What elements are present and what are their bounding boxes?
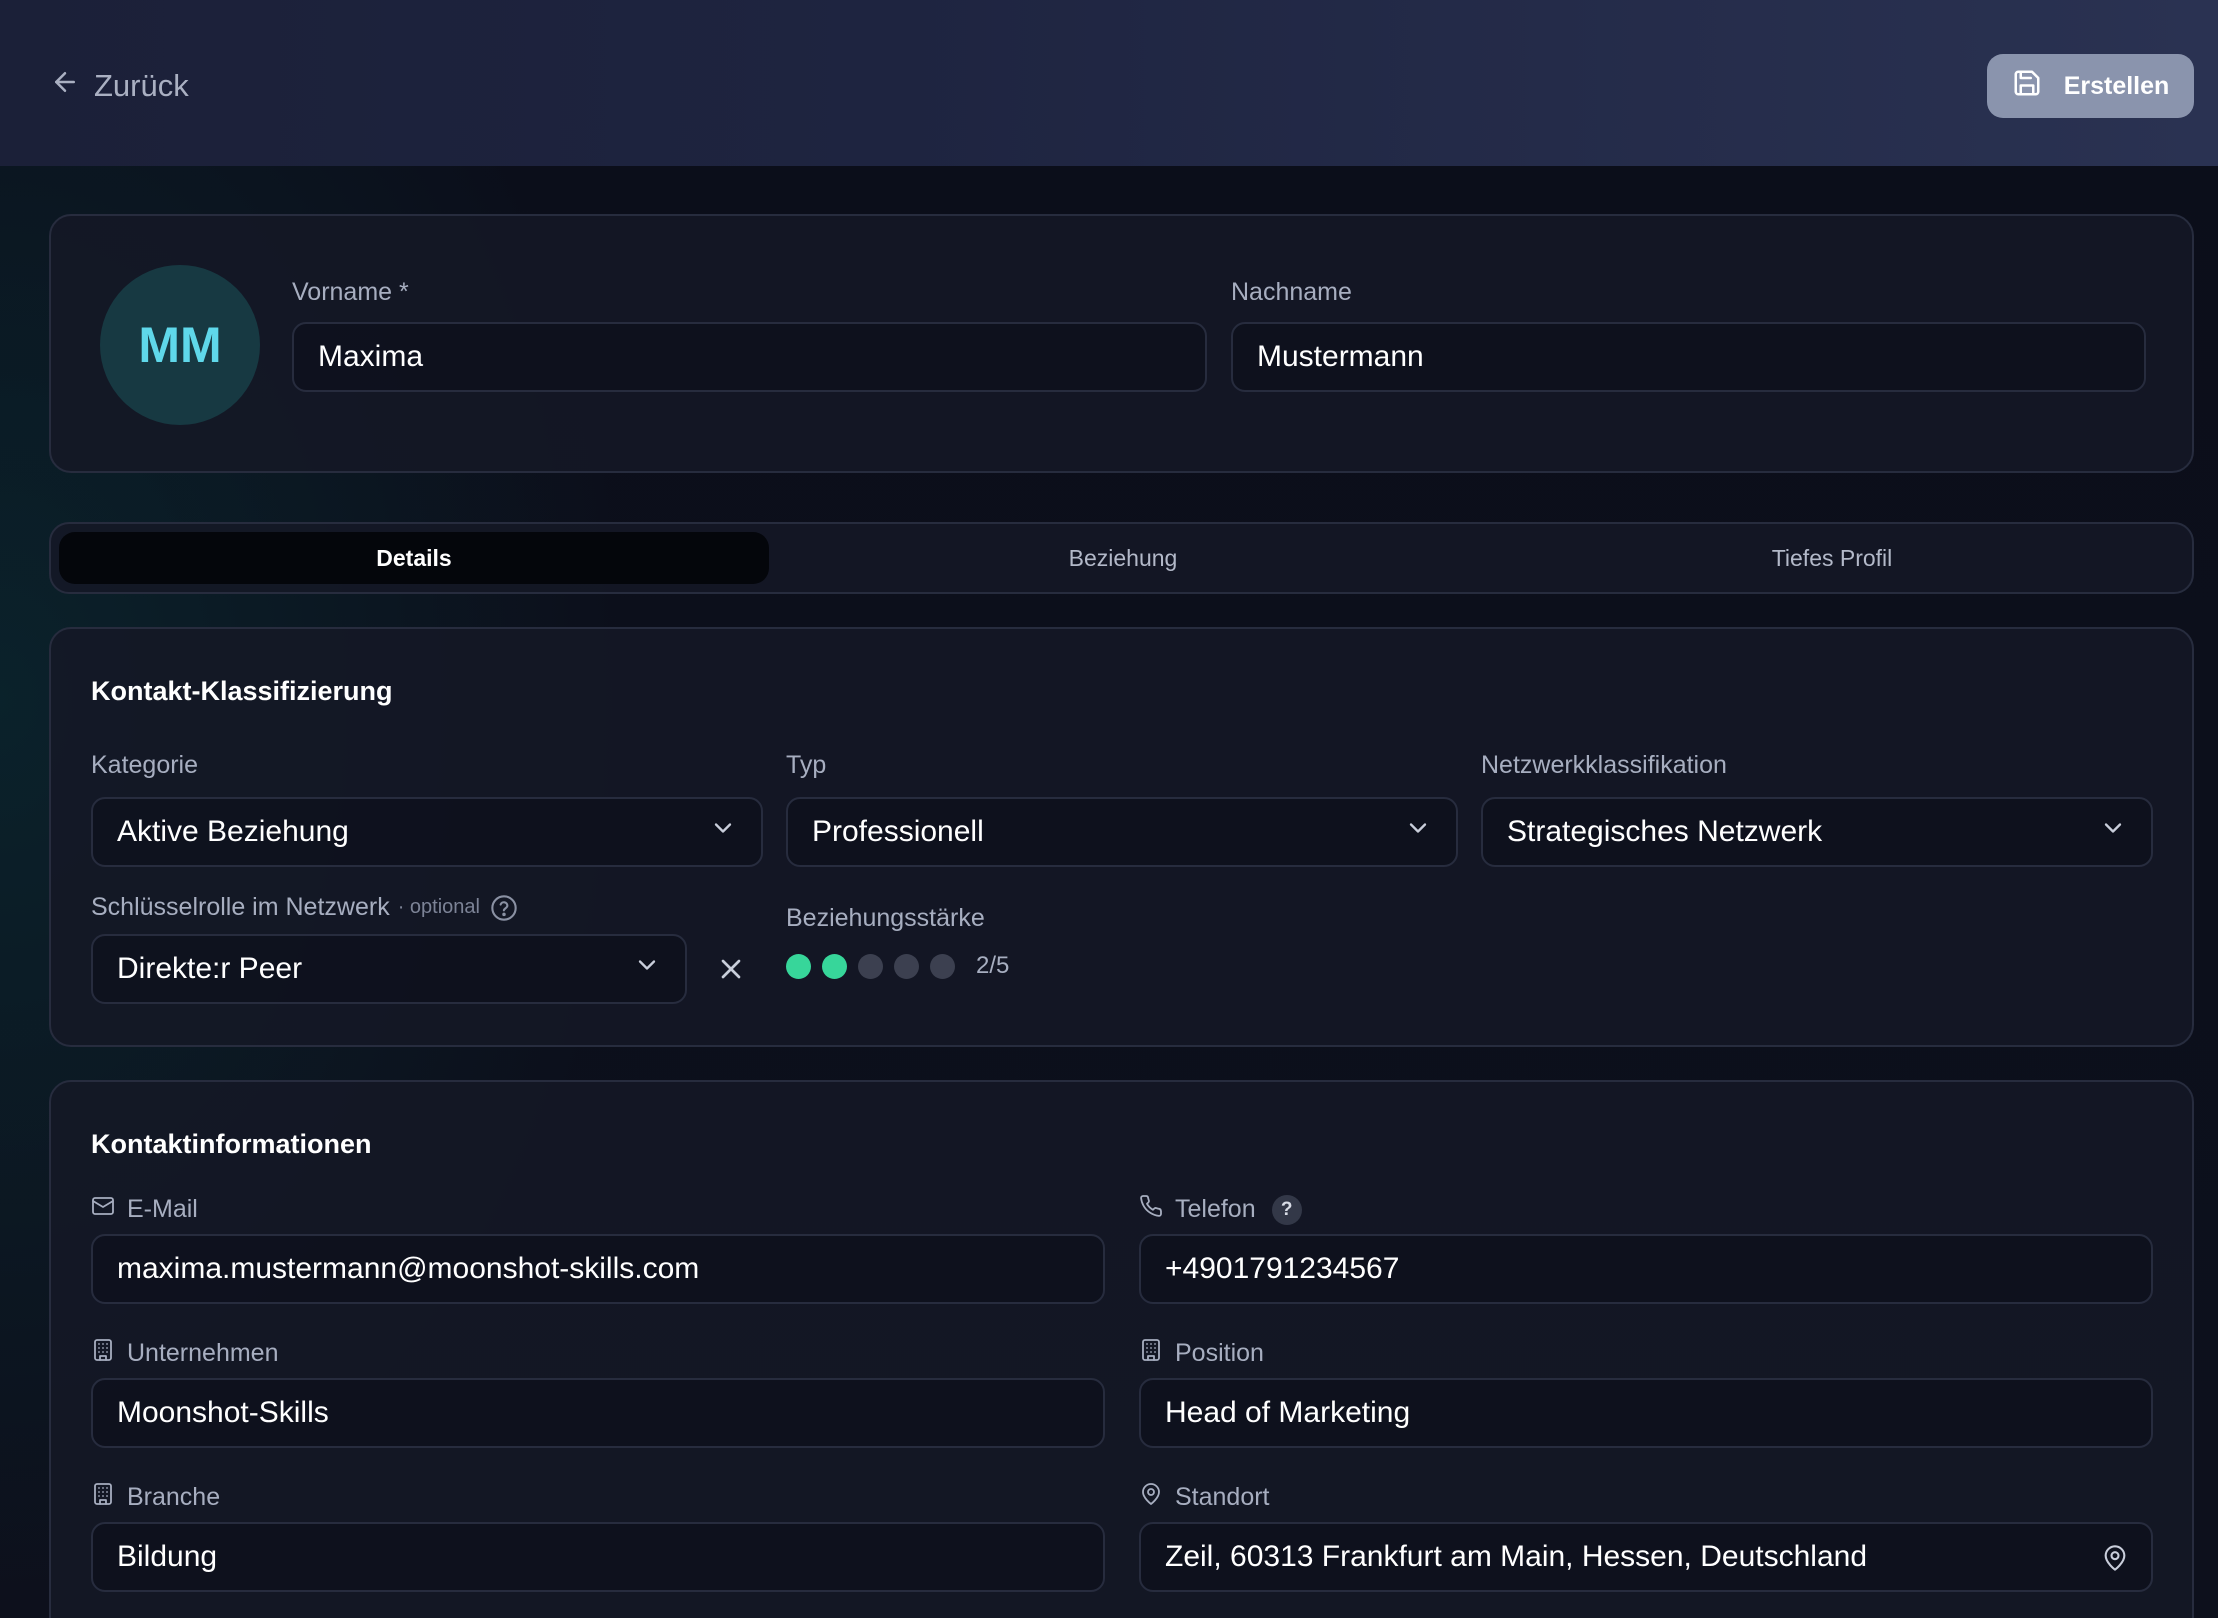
strength-dot-4[interactable] bbox=[894, 953, 919, 979]
optional-hint: · optional bbox=[397, 896, 480, 918]
chevron-down-icon bbox=[633, 951, 661, 987]
industry-value: Bildung bbox=[117, 1540, 218, 1573]
company-field[interactable]: Moonshot-Skills bbox=[91, 1378, 1105, 1448]
company-label-row: Unternehmen bbox=[91, 1338, 278, 1369]
location-label: Standort bbox=[1175, 1483, 1270, 1511]
last-name-input[interactable]: Mustermann bbox=[1231, 322, 2146, 392]
strength-rating: 2/5 bbox=[786, 952, 1009, 980]
strength-dot-3[interactable] bbox=[858, 953, 883, 979]
first-name-label: Vorname * bbox=[292, 278, 409, 306]
chevron-down-icon bbox=[1404, 814, 1432, 850]
location-label-row: Standort bbox=[1139, 1482, 1270, 1513]
category-select[interactable]: Aktive Beziehung bbox=[91, 797, 763, 867]
email-label: E-Mail bbox=[127, 1195, 198, 1223]
back-label: Zurück bbox=[94, 68, 189, 103]
contact-title: Kontaktinformationen bbox=[91, 1129, 372, 1159]
strength-dot-2[interactable] bbox=[822, 953, 847, 979]
type-select[interactable]: Professionell bbox=[786, 797, 1458, 867]
last-name-label: Nachname bbox=[1231, 278, 1352, 306]
network-label: Netzwerkklassifikation bbox=[1481, 751, 1727, 779]
network-value: Strategisches Netzwerk bbox=[1507, 815, 1823, 848]
category-label: Kategorie bbox=[91, 751, 199, 779]
classification-title: Kontakt-Klassifizierung bbox=[91, 676, 393, 706]
strength-dot-1[interactable] bbox=[786, 953, 811, 979]
clear-key-role-button[interactable] bbox=[715, 953, 747, 985]
contact-card: Kontaktinformationen E-Mail maxima.muste… bbox=[49, 1080, 2194, 1618]
company-value: Moonshot-Skills bbox=[117, 1396, 329, 1429]
industry-field[interactable]: Bildung bbox=[91, 1522, 1105, 1592]
position-field[interactable]: Head of Marketing bbox=[1139, 1378, 2153, 1448]
map-pin-icon bbox=[1139, 1482, 1163, 1513]
type-value: Professionell bbox=[812, 815, 984, 848]
name-card: MM Vorname * Maxima Nachname Mustermann bbox=[49, 214, 2194, 473]
building-icon bbox=[91, 1338, 115, 1369]
avatar: MM bbox=[100, 265, 260, 425]
email-label-row: E-Mail bbox=[91, 1194, 198, 1225]
phone-value: +4901791234567 bbox=[1165, 1252, 1400, 1285]
first-name-input[interactable]: Maxima bbox=[292, 322, 1207, 392]
location-value: Zeil, 60313 Frankfurt am Main, Hessen, D… bbox=[1165, 1540, 1867, 1573]
position-label: Position bbox=[1175, 1339, 1264, 1367]
position-label-row: Position bbox=[1139, 1338, 1264, 1369]
industry-label-row: Branche bbox=[91, 1482, 220, 1513]
strength-label: Beziehungsstärke bbox=[786, 904, 985, 932]
arrow-left-icon bbox=[50, 67, 80, 105]
top-bar: Zurück Erstellen bbox=[0, 0, 2218, 166]
help-circle-icon[interactable] bbox=[490, 894, 518, 922]
tab-bar: Details Beziehung Tiefes Profil bbox=[49, 522, 2194, 594]
key-role-value: Direkte:r Peer bbox=[117, 952, 303, 985]
key-role-label-row: Schlüsselrolle im Netzwerk · optional bbox=[91, 893, 518, 922]
map-pin-icon[interactable] bbox=[2101, 1544, 2129, 1572]
industry-label: Branche bbox=[127, 1483, 221, 1511]
first-name-value: Maxima bbox=[318, 340, 424, 373]
create-button[interactable]: Erstellen bbox=[1987, 54, 2194, 118]
location-field[interactable]: Zeil, 60313 Frankfurt am Main, Hessen, D… bbox=[1139, 1522, 2153, 1592]
strength-dot-5[interactable] bbox=[930, 953, 955, 979]
phone-help-badge[interactable]: ? bbox=[1271, 1194, 1302, 1225]
chevron-down-icon bbox=[2099, 814, 2127, 850]
company-label: Unternehmen bbox=[127, 1339, 279, 1367]
phone-icon bbox=[1139, 1194, 1163, 1225]
phone-label: Telefon bbox=[1175, 1195, 1256, 1223]
tab-beziehung[interactable]: Beziehung bbox=[768, 532, 1478, 584]
position-value: Head of Marketing bbox=[1165, 1396, 1411, 1429]
email-value: maxima.mustermann@moonshot-skills.com bbox=[117, 1252, 700, 1285]
building-icon bbox=[1139, 1338, 1163, 1369]
phone-field[interactable]: +4901791234567 bbox=[1139, 1234, 2153, 1304]
phone-label-row: Telefon ? bbox=[1139, 1194, 1302, 1225]
building-icon bbox=[91, 1482, 115, 1513]
close-icon bbox=[715, 959, 747, 989]
create-label: Erstellen bbox=[2063, 71, 2170, 100]
chevron-down-icon bbox=[709, 814, 737, 850]
back-button[interactable]: Zurück bbox=[50, 66, 189, 106]
last-name-value: Mustermann bbox=[1257, 340, 1424, 373]
tab-tiefes-profil[interactable]: Tiefes Profil bbox=[1477, 532, 2187, 584]
tab-details[interactable]: Details bbox=[59, 532, 769, 584]
key-role-label: Schlüsselrolle im Netzwerk bbox=[91, 893, 390, 921]
network-select[interactable]: Strategisches Netzwerk bbox=[1481, 797, 2153, 867]
classification-card: Kontakt-Klassifizierung Kategorie Aktive… bbox=[49, 627, 2194, 1047]
strength-count: 2/5 bbox=[976, 952, 1010, 979]
mail-icon bbox=[91, 1194, 115, 1225]
email-field[interactable]: maxima.mustermann@moonshot-skills.com bbox=[91, 1234, 1105, 1304]
category-value: Aktive Beziehung bbox=[117, 815, 349, 848]
save-icon bbox=[2012, 68, 2042, 105]
key-role-select[interactable]: Direkte:r Peer bbox=[91, 934, 687, 1004]
type-label: Typ bbox=[786, 751, 827, 779]
